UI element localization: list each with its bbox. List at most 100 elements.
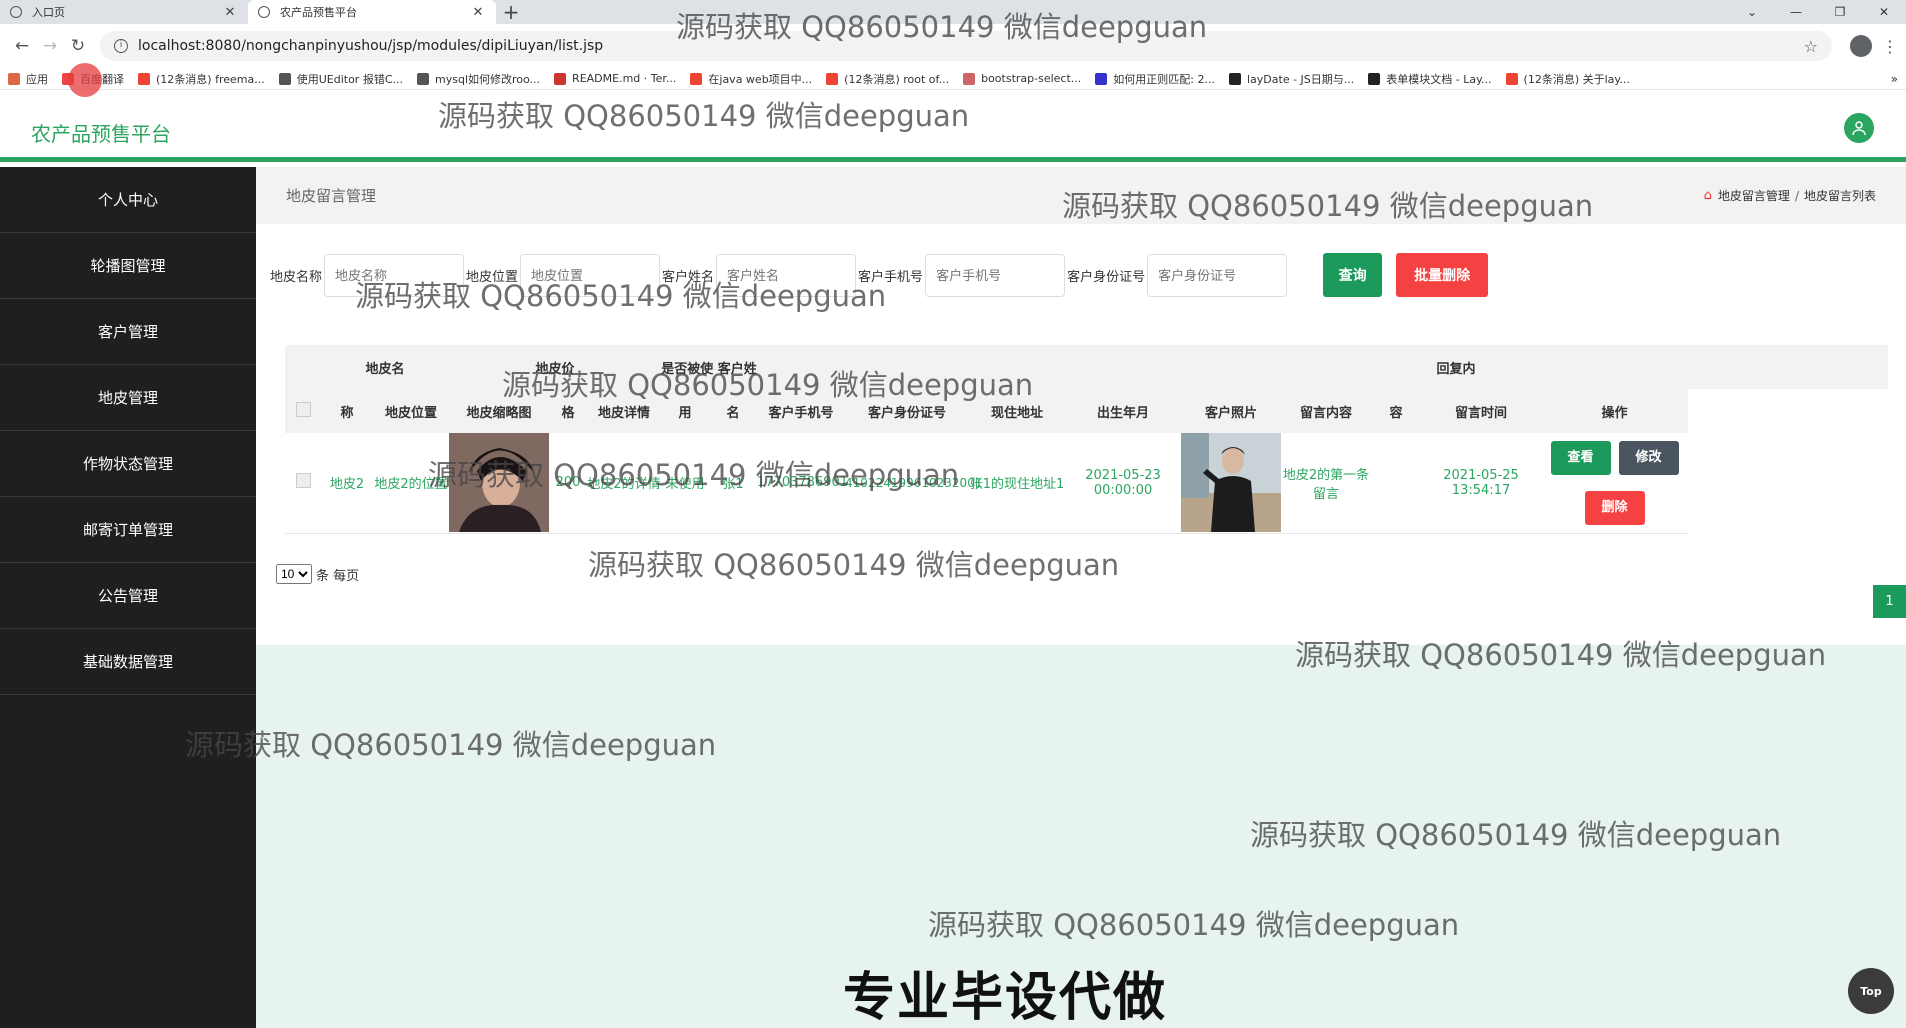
- close-icon[interactable]: ✕: [470, 5, 486, 20]
- column-header: 地皮位置: [385, 405, 438, 421]
- cell-land-detail: 地皮2的详情: [587, 433, 662, 534]
- sidebar-item-mail-orders[interactable]: 邮寄订单管理: [0, 497, 256, 563]
- sidebar-item-personal-center[interactable]: 个人中心: [0, 167, 256, 233]
- globe-icon: [258, 6, 270, 18]
- click-indicator: [68, 63, 102, 97]
- bookmark-icon: [1228, 72, 1241, 85]
- bookmark-item[interactable]: 表单模块文档 - Lay...: [1368, 71, 1492, 87]
- column-header: 客户手机号: [768, 405, 834, 421]
- column-header: 回复内: [1436, 361, 1476, 377]
- sidebar-item-land[interactable]: 地皮管理: [0, 365, 256, 431]
- column-header: 现住地址: [991, 405, 1044, 421]
- column-header: 是否被使 客户姓: [661, 361, 757, 377]
- table-header-top: 地皮名 地皮价 是否被使 客户姓 回复内: [285, 345, 1888, 389]
- breadcrumb-item: 地皮留言列表: [1803, 189, 1876, 203]
- cell-birth: 2021-05-23 00:00:00: [1065, 433, 1182, 534]
- customer-phone-input[interactable]: [925, 253, 1066, 297]
- more-bookmarks-icon[interactable]: »: [1891, 72, 1898, 86]
- browser-tab-active[interactable]: 农产品预售平台 ✕: [248, 0, 496, 24]
- bookmark-item[interactable]: 如何用正则匹配: 2...: [1095, 71, 1215, 87]
- profile-icon[interactable]: [1850, 35, 1872, 57]
- back-icon[interactable]: ←: [8, 36, 36, 56]
- bookmark-item[interactable]: mysql如何修改roo...: [417, 71, 540, 87]
- delete-button[interactable]: 删除: [1584, 490, 1645, 525]
- app-logo[interactable]: 农产品预售平台: [31, 118, 171, 147]
- bookmark-item[interactable]: 使用UEditor 报错C...: [278, 71, 403, 87]
- url-text[interactable]: localhost:8080/nongchanpinyushou/jsp/mod…: [138, 38, 1804, 54]
- column-header: 客户身份证号: [868, 405, 947, 421]
- column-header: 地皮详情: [598, 405, 651, 421]
- forward-icon[interactable]: →: [36, 36, 64, 56]
- close-icon[interactable]: ✕: [222, 5, 238, 20]
- cell-land-thumbnail: [449, 433, 550, 534]
- page-header: 地皮留言管理 ⌂ 地皮留言管理 / 地皮留言列表: [256, 167, 1906, 224]
- batch-delete-button[interactable]: 批量删除: [1396, 253, 1489, 297]
- bookmark-icon: [138, 72, 150, 85]
- window-controls: ⌄ — ❐ ✕: [1730, 0, 1906, 24]
- view-button[interactable]: 查看: [1550, 441, 1611, 475]
- browser-tab[interactable]: 入口页 ✕: [0, 0, 248, 24]
- cell-land-name: 地皮2: [321, 433, 373, 534]
- page-number-button[interactable]: 1: [1873, 585, 1906, 618]
- star-icon[interactable]: ☆: [1804, 37, 1818, 56]
- tab-title: 农产品预售平台: [280, 6, 357, 19]
- column-header: 留言时间: [1455, 405, 1508, 421]
- minimize-icon[interactable]: —: [1774, 5, 1818, 19]
- cell-customer-photo: [1181, 433, 1282, 534]
- restore-icon[interactable]: ❐: [1818, 5, 1862, 19]
- bookmark-label: bootstrap-select...: [981, 72, 1082, 85]
- home-icon[interactable]: ⌂: [1704, 188, 1712, 203]
- user-icon[interactable]: [1844, 113, 1874, 143]
- bookmark-icon: [1368, 72, 1381, 85]
- select-all-checkbox[interactable]: [295, 401, 311, 417]
- bookmark-label: (12条消息) root of...: [844, 72, 950, 86]
- window-close-icon[interactable]: ✕: [1862, 5, 1906, 19]
- browser-tabstrip: 入口页 ✕ 农产品预售平台 ✕ + ⌄ — ❐ ✕: [0, 0, 1906, 24]
- bookmark-label: mysql如何修改roo...: [435, 72, 541, 86]
- sidebar-item-announcements[interactable]: 公告管理: [0, 563, 256, 629]
- tab-search-icon[interactable]: ⌄: [1730, 5, 1774, 19]
- new-tab-button[interactable]: +: [496, 0, 526, 24]
- bookmark-icon: [278, 72, 291, 85]
- bookmark-item[interactable]: 应用: [8, 71, 48, 87]
- app-header: 农产品预售平台: [0, 90, 1906, 162]
- data-table: 地皮名 地皮价 是否被使 客户姓 回复内 称 地皮位置 地皮缩略图 格 地皮详情: [285, 345, 1888, 534]
- url-field[interactable]: i localhost:8080/nongchanpinyushou/jsp/m…: [100, 31, 1832, 61]
- bookmark-item[interactable]: (12条消息) root of...: [826, 71, 949, 87]
- bookmark-label: (12条消息) freema...: [156, 72, 265, 86]
- bookmark-icon: [826, 72, 839, 85]
- bookmark-item[interactable]: README.md · Ter...: [554, 72, 676, 85]
- customer-name-input[interactable]: [716, 253, 857, 297]
- query-button[interactable]: 查询: [1323, 253, 1383, 297]
- back-to-top-button[interactable]: Top: [1848, 968, 1894, 1014]
- bookmark-item[interactable]: bootstrap-select...: [963, 72, 1081, 85]
- sidebar-item-customers[interactable]: 客户管理: [0, 299, 256, 365]
- column-header: 用: [678, 405, 692, 421]
- customer-id-input[interactable]: [1147, 253, 1288, 297]
- bookmark-item[interactable]: layDate - JS日期与...: [1228, 71, 1355, 87]
- land-location-input[interactable]: [520, 253, 661, 297]
- reload-icon[interactable]: ↻: [64, 36, 92, 56]
- info-icon[interactable]: i: [114, 39, 128, 53]
- bookmark-item[interactable]: (12条消息) 关于lay...: [1505, 71, 1630, 87]
- bookmark-label: layDate - JS日期与...: [1246, 72, 1355, 86]
- column-header: 容: [1389, 405, 1403, 421]
- bookmark-item[interactable]: 在java web项目中...: [690, 71, 812, 87]
- sidebar-item-crop-status[interactable]: 作物状态管理: [0, 431, 256, 497]
- bookmark-item[interactable]: (12条消息) freema...: [138, 71, 265, 87]
- edit-button[interactable]: 修改: [1618, 441, 1679, 475]
- land-name-input[interactable]: [324, 253, 465, 297]
- sidebar-item-carousel[interactable]: 轮播图管理: [0, 233, 256, 299]
- watermark-banner: 专业毕设代做: [843, 968, 1168, 1028]
- row-checkbox[interactable]: [295, 473, 311, 489]
- breadcrumb-item[interactable]: 地皮留言管理: [1718, 187, 1790, 204]
- sidebar-item-base-data[interactable]: 基础数据管理: [0, 629, 256, 695]
- cell-land-location: 地皮2的位置: [373, 433, 450, 534]
- page-size-select[interactable]: 10: [276, 564, 312, 584]
- bookmark-icon: [1095, 72, 1108, 85]
- cell-message: 地皮2的第一条留言: [1281, 433, 1372, 534]
- column-header: 留言内容: [1300, 405, 1353, 421]
- menu-icon[interactable]: ⋮: [1882, 37, 1898, 56]
- bookmark-label: 表单模块文档 - Lay...: [1386, 72, 1492, 86]
- bookmark-label: README.md · Ter...: [572, 72, 677, 85]
